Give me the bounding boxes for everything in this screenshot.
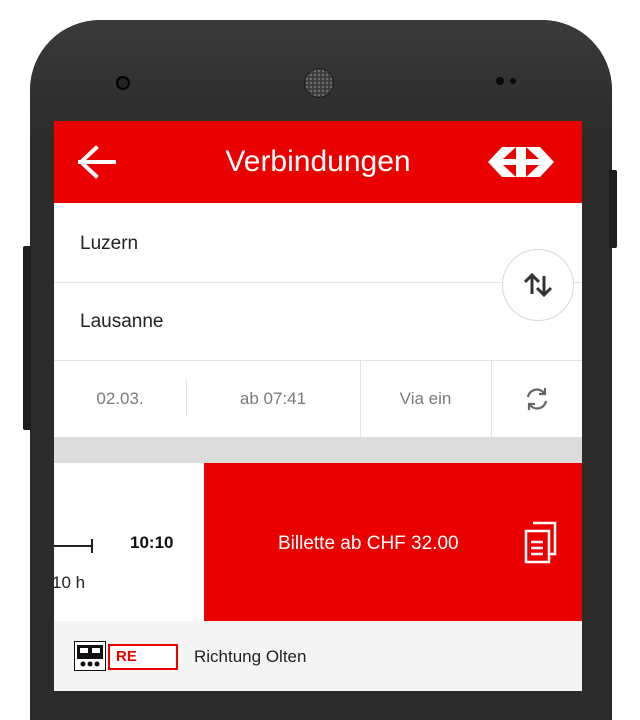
from-station: Luzern bbox=[80, 233, 139, 254]
train-direction: Richtung Olten bbox=[194, 647, 307, 666]
phone-speaker bbox=[304, 68, 334, 98]
ticket-button[interactable]: Billette ab CHF 32.00 bbox=[204, 463, 582, 621]
app-screen: Verbindungen Luzern Lausanne 02.03. ab 0… bbox=[54, 121, 582, 691]
to-station: Lausanne bbox=[80, 311, 164, 332]
arrival-time: 10:10 bbox=[130, 533, 174, 552]
timeline-line bbox=[54, 545, 92, 547]
duration: 10 h bbox=[54, 573, 86, 592]
train-info-strip: RE Richtung Olten bbox=[54, 621, 582, 691]
ticket-copy-icon bbox=[524, 521, 557, 564]
refresh-button[interactable] bbox=[491, 361, 582, 437]
connection-card[interactable]: 10:10 10 h Billette ab CHF 32.00 bbox=[54, 463, 582, 621]
timeline-end-marker bbox=[91, 539, 93, 553]
section-spacer bbox=[54, 437, 582, 463]
swap-button[interactable] bbox=[502, 249, 574, 321]
ticket-price-label: Billette ab CHF 32.00 bbox=[278, 533, 459, 554]
phone-volume-button bbox=[23, 246, 31, 430]
phone-power-button bbox=[609, 170, 617, 248]
date-option[interactable]: 02.03. bbox=[54, 361, 186, 437]
sbb-logo-icon[interactable] bbox=[488, 145, 554, 179]
app-bar: Verbindungen bbox=[54, 121, 582, 203]
refresh-icon bbox=[526, 388, 547, 410]
phone-camera bbox=[116, 76, 130, 90]
phone-sensors bbox=[496, 77, 516, 85]
via-option[interactable]: Via ein bbox=[360, 361, 491, 437]
time-option[interactable]: ab 07:41 bbox=[186, 361, 360, 437]
search-options: 02.03. ab 07:41 Via ein bbox=[54, 361, 582, 437]
train-icon bbox=[74, 641, 106, 671]
swap-direction-icon bbox=[523, 272, 553, 298]
train-type-badge: RE bbox=[108, 644, 178, 670]
